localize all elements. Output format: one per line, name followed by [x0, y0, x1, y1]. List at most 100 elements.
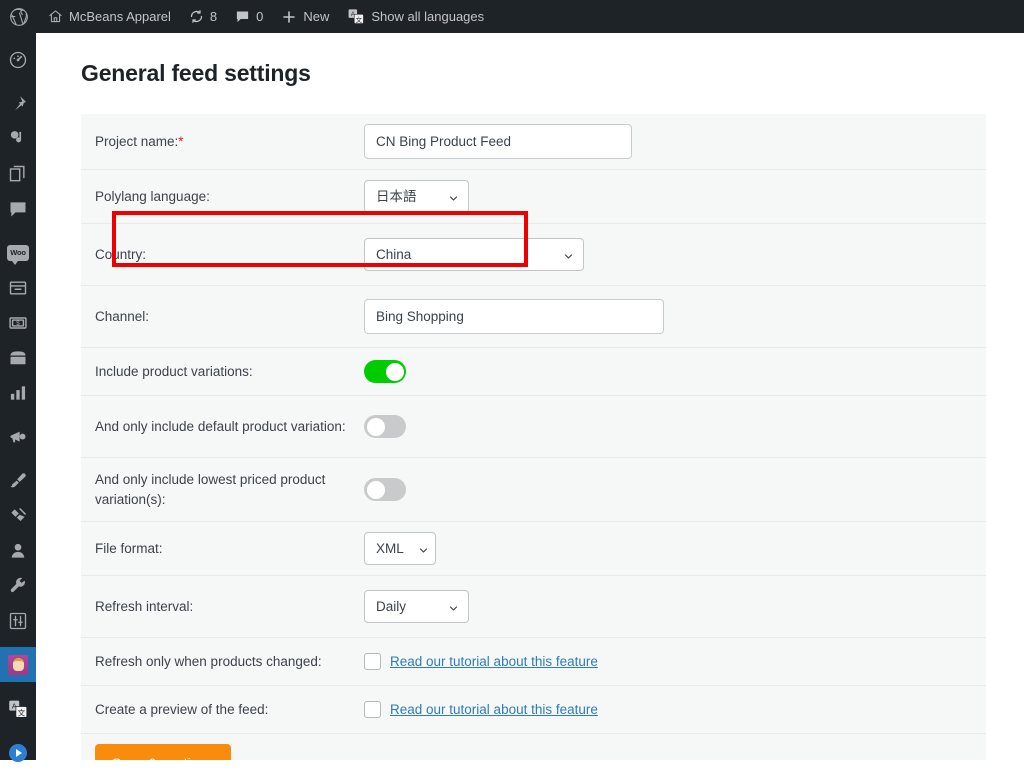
refresh-interval-select-wrap: Daily — [364, 590, 469, 624]
sidebar-item-tools[interactable] — [0, 568, 36, 603]
project-name-label: Project name:* — [95, 133, 184, 149]
translate-icon: A 文 — [8, 699, 28, 719]
show-all-languages-label: Show all languages — [371, 9, 485, 24]
bar-chart-icon — [8, 383, 28, 403]
sidebar-item-settings[interactable] — [0, 603, 36, 638]
new-content-menu[interactable]: New — [272, 0, 338, 33]
refresh-on-change-checkbox[interactable] — [364, 653, 381, 671]
general-feed-settings-table: Project name:* Polylang language: 日本語 — [81, 114, 986, 760]
svg-text:文: 文 — [356, 15, 363, 24]
sidebar-item-dashboard[interactable] — [0, 42, 36, 77]
row-only-lowest-priced-variation: And only include lowest priced product v… — [81, 458, 986, 523]
home-icon — [48, 9, 63, 24]
refresh-interval-label: Refresh interval: — [95, 598, 194, 614]
page-title: General feed settings — [81, 60, 311, 86]
only-default-variation-toggle[interactable] — [364, 415, 406, 438]
user-icon — [8, 541, 28, 561]
sidebar-item-product-feed[interactable] — [0, 647, 44, 682]
dashboard-icon — [8, 50, 28, 70]
polylang-language-label: Polylang language: — [95, 188, 210, 204]
show-all-languages-menu[interactable]: A 文 Show all languages — [338, 0, 493, 33]
updates-menu[interactable]: 8 — [180, 0, 226, 33]
sidebar-item-posts[interactable] — [0, 86, 36, 121]
row-only-default-variation: And only include default product variati… — [81, 396, 986, 458]
refresh-interval-select[interactable]: Daily — [364, 590, 469, 624]
include-variations-label: Include product variations: — [95, 363, 253, 379]
money-icon: $ — [8, 313, 28, 333]
paintbrush-icon — [8, 471, 28, 491]
site-name-label: McBeans Apparel — [69, 9, 171, 24]
archive-box-icon — [8, 278, 28, 298]
sidebar-item-media[interactable] — [0, 121, 36, 156]
updates-icon — [189, 9, 204, 24]
row-refresh-interval: Refresh interval: Daily — [81, 576, 986, 639]
admin-bar: McBeans Apparel 8 0 New A 文 Show all lan… — [0, 0, 1024, 33]
play-circle-icon — [9, 743, 27, 762]
new-content-label: New — [303, 9, 330, 24]
sliders-icon — [8, 611, 28, 631]
pages-icon — [8, 164, 28, 184]
file-format-select[interactable]: XML — [364, 532, 436, 566]
row-create-preview: Create a preview of the feed: Read our t… — [81, 686, 986, 735]
country-select[interactable]: China — [364, 238, 584, 271]
project-name-input[interactable] — [364, 124, 632, 159]
only-lowest-priced-variation-toggle[interactable] — [364, 478, 406, 502]
save-and-continue-button[interactable]: Save & continue — [95, 744, 231, 760]
storefront-icon — [8, 348, 28, 368]
sidebar-item-appearance[interactable] — [0, 463, 36, 498]
wordpress-logo-button[interactable] — [0, 0, 39, 33]
sidebar-item-marketing[interactable] — [0, 419, 36, 454]
comments-menu[interactable]: 0 — [226, 0, 272, 33]
row-country: Country: China — [81, 224, 986, 286]
woo-icon: Woo — [7, 244, 29, 265]
create-preview-tutorial-link[interactable]: Read our tutorial about this feature — [390, 702, 598, 717]
country-select-wrap: China — [364, 238, 584, 271]
include-variations-toggle[interactable] — [364, 360, 406, 383]
country-label: Country: — [95, 246, 147, 262]
channel-input[interactable] — [364, 299, 664, 334]
avatar-icon — [8, 654, 28, 675]
sidebar-item-woocommerce[interactable]: Woo — [0, 235, 36, 270]
admin-sidebar-menu: Woo $ A 文 — [0, 33, 44, 762]
sidebar-item-comments[interactable] — [0, 191, 36, 226]
sidebar-item-store[interactable] — [0, 340, 36, 375]
sidebar-item-products[interactable] — [0, 270, 36, 305]
svg-text:文: 文 — [18, 707, 26, 717]
site-name-menu[interactable]: McBeans Apparel — [39, 0, 180, 33]
polylang-language-select[interactable]: 日本語 — [364, 180, 469, 213]
comment-bubble-icon — [235, 9, 250, 24]
refresh-on-change-label: Refresh only when products changed: — [95, 653, 322, 669]
channel-label: Channel: — [95, 308, 150, 324]
megaphone-icon — [8, 427, 28, 447]
comments-count: 0 — [256, 9, 264, 24]
sidebar-item-plugins[interactable] — [0, 498, 36, 533]
file-format-select-wrap: XML — [364, 532, 436, 566]
wrench-icon — [8, 576, 28, 596]
file-format-label: File format: — [95, 540, 163, 556]
only-default-variation-label: And only include default product variati… — [95, 418, 346, 434]
required-asterisk: * — [178, 133, 184, 149]
wordpress-logo-icon — [9, 7, 29, 27]
sidebar-item-pages[interactable] — [0, 156, 36, 191]
sidebar-item-payments[interactable]: $ — [0, 305, 36, 340]
comment-icon — [8, 199, 28, 219]
create-preview-checkbox[interactable] — [364, 701, 381, 719]
translate-icon: A 文 — [347, 8, 365, 25]
refresh-on-change-tutorial-link[interactable]: Read our tutorial about this feature — [390, 654, 598, 669]
row-save: Save & continue — [81, 734, 986, 760]
row-include-variations: Include product variations: — [81, 348, 986, 396]
row-project-name: Project name:* — [81, 114, 986, 170]
plus-icon — [281, 9, 297, 25]
polylang-language-select-wrap: 日本語 — [364, 180, 469, 213]
row-polylang-language: Polylang language: 日本語 — [81, 170, 986, 224]
only-lowest-priced-variation-label: And only include lowest priced product v… — [95, 472, 326, 507]
svg-text:$: $ — [16, 320, 20, 327]
updates-count: 8 — [209, 9, 218, 24]
sidebar-item-users[interactable] — [0, 533, 36, 568]
sidebar-item-media-player[interactable] — [0, 735, 36, 770]
pin-icon — [8, 94, 28, 114]
sidebar-item-analytics[interactable] — [0, 375, 36, 410]
sidebar-item-polylang[interactable]: A 文 — [0, 691, 36, 726]
plug-icon — [8, 506, 28, 526]
main-content: General feed settings Project name:* Pol… — [36, 33, 1024, 760]
